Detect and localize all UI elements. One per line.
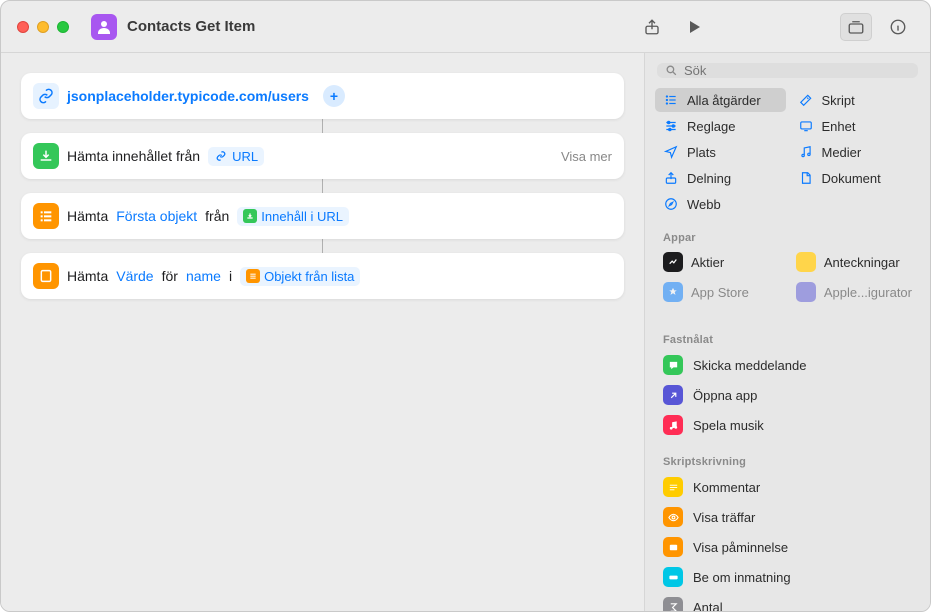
url-variable[interactable]: URL xyxy=(208,147,264,166)
category-grid: Alla åtgärder Skript Reglage Enhet Plats… xyxy=(645,88,930,224)
category-sharing[interactable]: Delning xyxy=(655,166,786,190)
apps-header: Appar xyxy=(645,224,930,248)
pinned-play-music[interactable]: Spela musik xyxy=(655,410,920,440)
category-device[interactable]: Enhet xyxy=(790,114,921,138)
pinned-open-app[interactable]: Öppna app xyxy=(655,380,920,410)
app-notes[interactable]: Anteckningar xyxy=(788,248,920,276)
document-icon xyxy=(798,170,814,186)
share-button[interactable] xyxy=(636,13,668,41)
category-location[interactable]: Plats xyxy=(655,140,786,164)
app-appstore[interactable]: App Store xyxy=(655,278,784,306)
action-label: Hämta xyxy=(67,208,108,224)
url-action[interactable]: jsonplaceholder.typicode.com/users + xyxy=(21,73,624,119)
for-label: för xyxy=(162,268,178,284)
connector xyxy=(322,119,323,133)
minimize-window-button[interactable] xyxy=(37,21,49,33)
link-mini-icon xyxy=(214,149,228,163)
get-item-action[interactable]: Hämta Första objekt från Innehåll i URL xyxy=(21,193,624,239)
connector xyxy=(322,179,323,193)
list-bullet-icon xyxy=(663,92,679,108)
input-icon xyxy=(663,567,683,587)
titlebar: Contacts Get Item xyxy=(1,1,930,53)
shortcut-icon xyxy=(91,14,117,40)
alert-icon xyxy=(663,537,683,557)
selector-param[interactable]: Första objekt xyxy=(116,208,197,224)
category-scripting[interactable]: Skript xyxy=(790,88,921,112)
category-documents[interactable]: Dokument xyxy=(790,166,921,190)
wand-icon xyxy=(798,92,814,108)
info-button[interactable] xyxy=(882,13,914,41)
pinned-send-message[interactable]: Skicka meddelande xyxy=(655,350,920,380)
app-configurator[interactable]: Apple...igurator xyxy=(788,278,920,306)
scripting-header: Skriptskrivning xyxy=(645,448,930,472)
search-icon xyxy=(665,64,678,77)
fullscreen-window-button[interactable] xyxy=(57,21,69,33)
url-value[interactable]: jsonplaceholder.typicode.com/users xyxy=(67,88,309,104)
in-label: i xyxy=(229,268,232,284)
sum-icon xyxy=(663,597,683,611)
category-web[interactable]: Webb xyxy=(655,192,786,216)
action-label: Hämta innehållet från xyxy=(67,148,200,164)
list-mini-icon xyxy=(246,269,260,283)
scripting-comment[interactable]: Kommentar xyxy=(655,472,920,502)
link-icon xyxy=(33,83,59,109)
app-window: Contacts Get Item jsonplaceholder.typico… xyxy=(0,0,931,612)
dictionary-icon xyxy=(33,263,59,289)
category-media[interactable]: Medier xyxy=(790,140,921,164)
source-variable[interactable]: Innehåll i URL xyxy=(237,207,349,226)
run-button[interactable] xyxy=(678,13,710,41)
download-icon xyxy=(33,143,59,169)
app-stocks[interactable]: Aktier xyxy=(655,248,784,276)
open-icon xyxy=(663,385,683,405)
scripting-list: Kommentar Visa träffar Visa påminnelse B… xyxy=(645,472,930,611)
action-label: Hämta xyxy=(67,268,108,284)
action-library-sidebar: Alla åtgärder Skript Reglage Enhet Plats… xyxy=(644,53,930,611)
pinned-header: Fastnålat xyxy=(645,326,930,350)
key-param[interactable]: name xyxy=(186,268,221,284)
pinned-list: Skicka meddelande Öppna app Spela musik xyxy=(645,350,930,440)
source-variable[interactable]: Objekt från lista xyxy=(240,267,360,286)
safari-icon xyxy=(663,196,679,212)
scripting-show-result[interactable]: Visa träffar xyxy=(655,502,920,532)
show-more-button[interactable]: Visa mer xyxy=(561,149,612,164)
window-body: jsonplaceholder.typicode.com/users + Häm… xyxy=(1,53,930,611)
workflow-canvas[interactable]: jsonplaceholder.typicode.com/users + Häm… xyxy=(1,53,644,611)
download-mini-icon xyxy=(243,209,257,223)
connector xyxy=(322,239,323,253)
get-contents-action[interactable]: Hämta innehållet från URL Visa mer xyxy=(21,133,624,179)
apps-grid: Aktier Anteckningar App Store Apple...ig… xyxy=(645,248,930,314)
appstore-icon xyxy=(663,282,683,302)
search-input[interactable] xyxy=(684,63,910,78)
window-title: Contacts Get Item xyxy=(127,18,626,35)
get-dictionary-value-action[interactable]: Hämta Värde för name i Objekt från lista xyxy=(21,253,624,299)
device-icon xyxy=(798,118,814,134)
value-param[interactable]: Värde xyxy=(116,268,153,284)
stocks-icon xyxy=(663,252,683,272)
scripting-count[interactable]: Antal xyxy=(655,592,920,611)
comment-icon xyxy=(663,477,683,497)
notes-icon xyxy=(796,252,816,272)
category-all-actions[interactable]: Alla åtgärder xyxy=(655,88,786,112)
configurator-icon xyxy=(796,282,816,302)
list-icon xyxy=(33,203,59,229)
close-window-button[interactable] xyxy=(17,21,29,33)
message-icon xyxy=(663,355,683,375)
location-icon xyxy=(663,144,679,160)
add-url-button[interactable]: + xyxy=(323,85,345,107)
category-controls[interactable]: Reglage xyxy=(655,114,786,138)
library-button[interactable] xyxy=(840,13,872,41)
search-field[interactable] xyxy=(657,63,918,78)
scripting-ask-input[interactable]: Be om inmatning xyxy=(655,562,920,592)
eye-icon xyxy=(663,507,683,527)
sliders-icon xyxy=(663,118,679,134)
scripting-show-alert[interactable]: Visa påminnelse xyxy=(655,532,920,562)
share-icon xyxy=(663,170,679,186)
music-app-icon xyxy=(663,415,683,435)
from-label: från xyxy=(205,208,229,224)
traffic-lights xyxy=(17,21,69,33)
music-icon xyxy=(798,144,814,160)
